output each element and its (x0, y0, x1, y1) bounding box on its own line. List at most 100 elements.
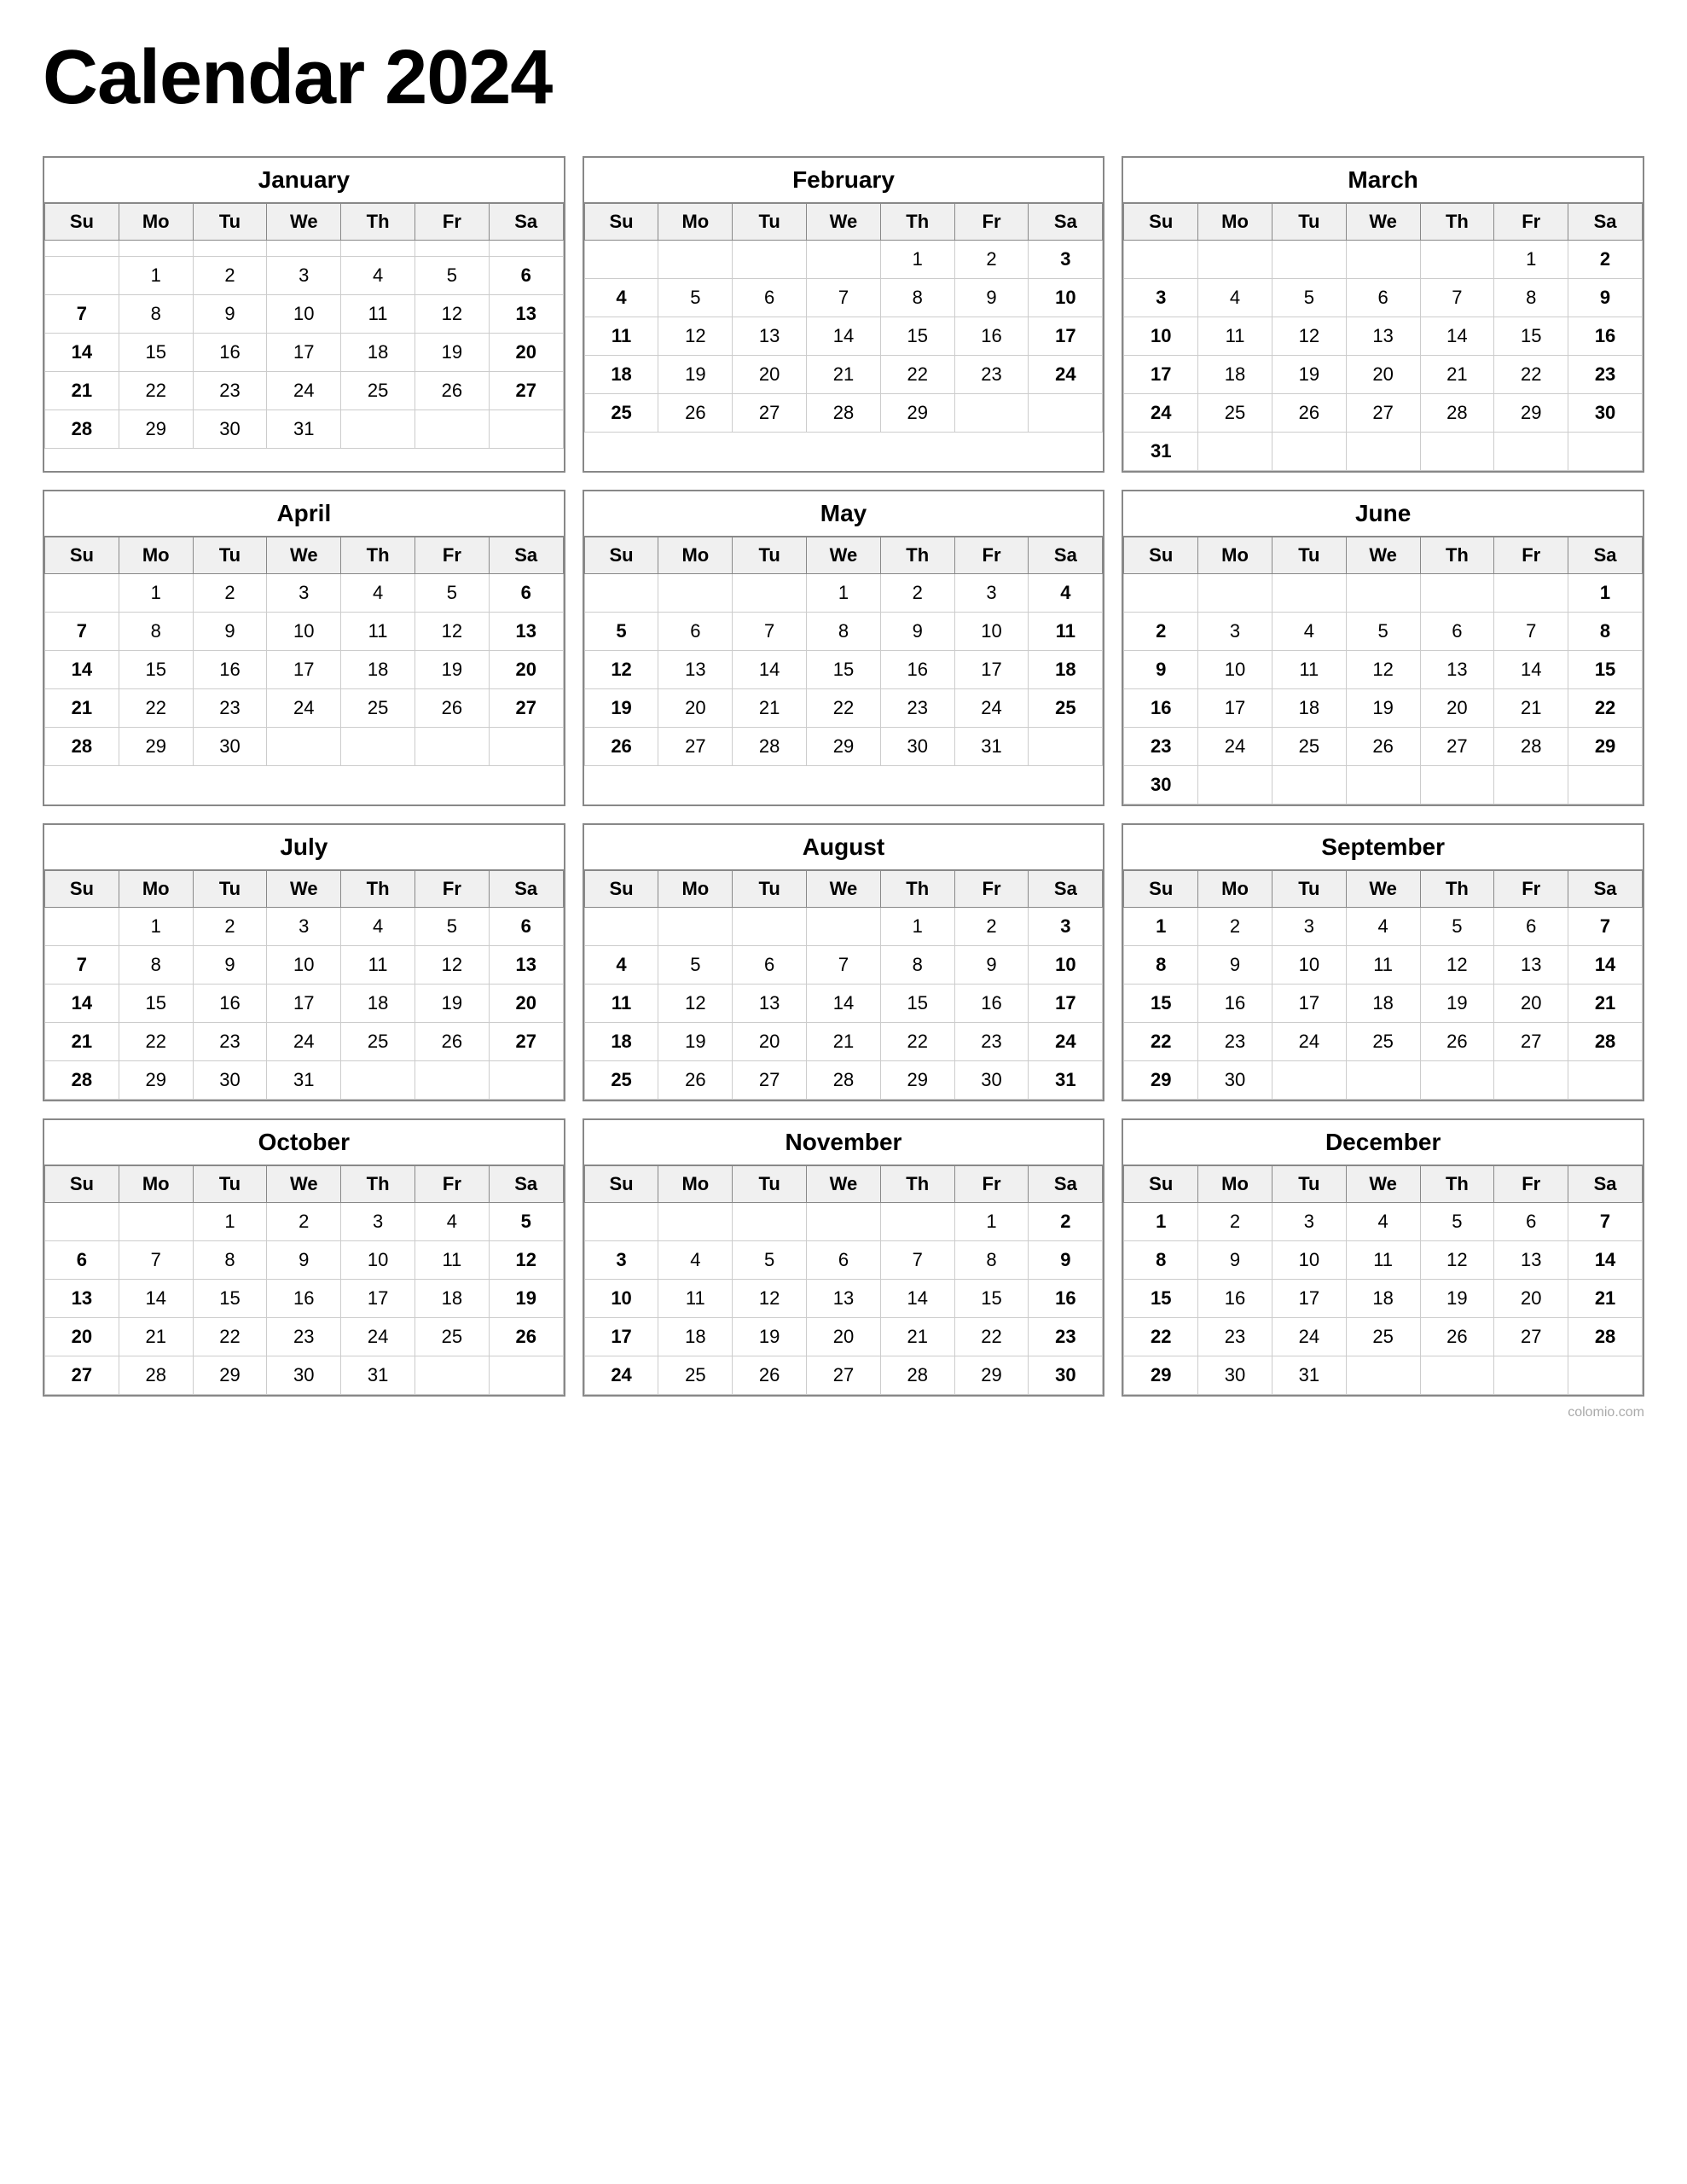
day-header-su: Su (45, 204, 119, 241)
day-cell: 11 (1346, 946, 1420, 985)
day-cell: 6 (1494, 908, 1568, 946)
day-header-tu: Tu (733, 204, 807, 241)
day-cell: 2 (267, 1203, 341, 1241)
day-cell (45, 1203, 119, 1241)
week-row: 18192021222324 (584, 356, 1103, 394)
day-cell: 21 (1494, 689, 1568, 728)
month-table: SuMoTuWeThFrSa12345678910111213141516171… (1123, 870, 1643, 1100)
day-cell: 25 (341, 689, 415, 728)
day-cell: 13 (807, 1280, 881, 1318)
day-cell: 14 (807, 317, 881, 356)
day-cell: 16 (880, 651, 954, 689)
day-cell: 16 (193, 334, 267, 372)
day-cell: 13 (1494, 946, 1568, 985)
day-cell: 22 (1568, 689, 1643, 728)
week-row: 14151617181920 (45, 334, 564, 372)
day-cell: 29 (807, 728, 881, 766)
day-cell (1272, 241, 1346, 279)
day-header-mo: Mo (658, 871, 733, 908)
day-cell: 19 (584, 689, 658, 728)
day-cell: 22 (1124, 1023, 1198, 1061)
day-cell: 29 (1568, 728, 1643, 766)
day-cell: 20 (489, 334, 563, 372)
day-cell: 5 (415, 257, 489, 295)
day-cell: 24 (267, 689, 341, 728)
day-cell (1029, 394, 1103, 433)
day-cell: 13 (1346, 317, 1420, 356)
day-cell: 12 (415, 946, 489, 985)
day-cell: 12 (489, 1241, 563, 1280)
day-header-mo: Mo (1198, 1166, 1272, 1203)
day-cell (1029, 728, 1103, 766)
day-cell (658, 1203, 733, 1241)
day-cell: 15 (880, 985, 954, 1023)
day-header-th: Th (1420, 1166, 1494, 1203)
day-cell: 11 (1198, 317, 1272, 356)
day-cell: 2 (1568, 241, 1643, 279)
week-row: 10111213141516 (1124, 317, 1643, 356)
day-cell: 25 (1029, 689, 1103, 728)
day-cell: 27 (733, 1061, 807, 1100)
week-row (45, 241, 564, 257)
week-row: 9101112131415 (1124, 651, 1643, 689)
day-header-we: We (1346, 204, 1420, 241)
day-cell: 25 (341, 372, 415, 410)
day-header-sa: Sa (1029, 1166, 1103, 1203)
day-cell: 9 (267, 1241, 341, 1280)
day-header-sa: Sa (489, 537, 563, 574)
week-row: 567891011 (584, 613, 1103, 651)
day-header-th: Th (1420, 871, 1494, 908)
day-header-fr: Fr (1494, 204, 1568, 241)
day-header-tu: Tu (733, 871, 807, 908)
day-cell: 10 (1198, 651, 1272, 689)
day-cell: 10 (1029, 946, 1103, 985)
day-cell: 2 (193, 257, 267, 295)
day-cell: 16 (193, 651, 267, 689)
day-header-tu: Tu (1272, 537, 1346, 574)
day-cell: 3 (267, 257, 341, 295)
day-cell: 19 (658, 356, 733, 394)
day-cell (341, 728, 415, 766)
day-cell: 4 (341, 257, 415, 295)
day-cell: 23 (193, 372, 267, 410)
day-cell: 21 (807, 356, 881, 394)
month-title: July (44, 825, 564, 870)
day-header-mo: Mo (119, 537, 193, 574)
day-header-mo: Mo (658, 204, 733, 241)
month-table: SuMoTuWeThFrSa12345678910111213141516171… (44, 1165, 564, 1395)
day-cell: 2 (954, 908, 1029, 946)
day-cell: 8 (1124, 1241, 1198, 1280)
day-cell: 30 (1124, 766, 1198, 804)
day-cell: 22 (1494, 356, 1568, 394)
day-cell (1568, 1356, 1643, 1395)
day-cell (119, 1203, 193, 1241)
week-row: 28293031 (45, 410, 564, 449)
day-cell: 7 (1568, 908, 1643, 946)
day-cell: 23 (1198, 1023, 1272, 1061)
day-cell (1568, 433, 1643, 471)
day-cell (733, 574, 807, 613)
day-cell: 9 (954, 946, 1029, 985)
day-cell: 4 (341, 908, 415, 946)
day-cell: 14 (45, 985, 119, 1023)
day-header-tu: Tu (193, 537, 267, 574)
day-cell: 4 (658, 1241, 733, 1280)
day-cell: 7 (1420, 279, 1494, 317)
day-header-sa: Sa (1029, 204, 1103, 241)
day-cell (341, 410, 415, 449)
week-row: 123 (584, 241, 1103, 279)
day-cell: 26 (489, 1318, 563, 1356)
day-header-we: We (1346, 1166, 1420, 1203)
day-cell: 17 (341, 1280, 415, 1318)
day-cell (1198, 766, 1272, 804)
month-table: SuMoTuWeThFrSa12345678910111213141516171… (584, 537, 1104, 766)
day-cell: 30 (1198, 1356, 1272, 1395)
day-cell: 8 (954, 1241, 1029, 1280)
day-cell (45, 241, 119, 257)
day-cell: 19 (1420, 985, 1494, 1023)
week-row: 1234567 (1124, 1203, 1643, 1241)
week-row: 15161718192021 (1124, 985, 1643, 1023)
day-header-sa: Sa (1568, 871, 1643, 908)
day-header-mo: Mo (119, 1166, 193, 1203)
day-cell: 14 (45, 651, 119, 689)
